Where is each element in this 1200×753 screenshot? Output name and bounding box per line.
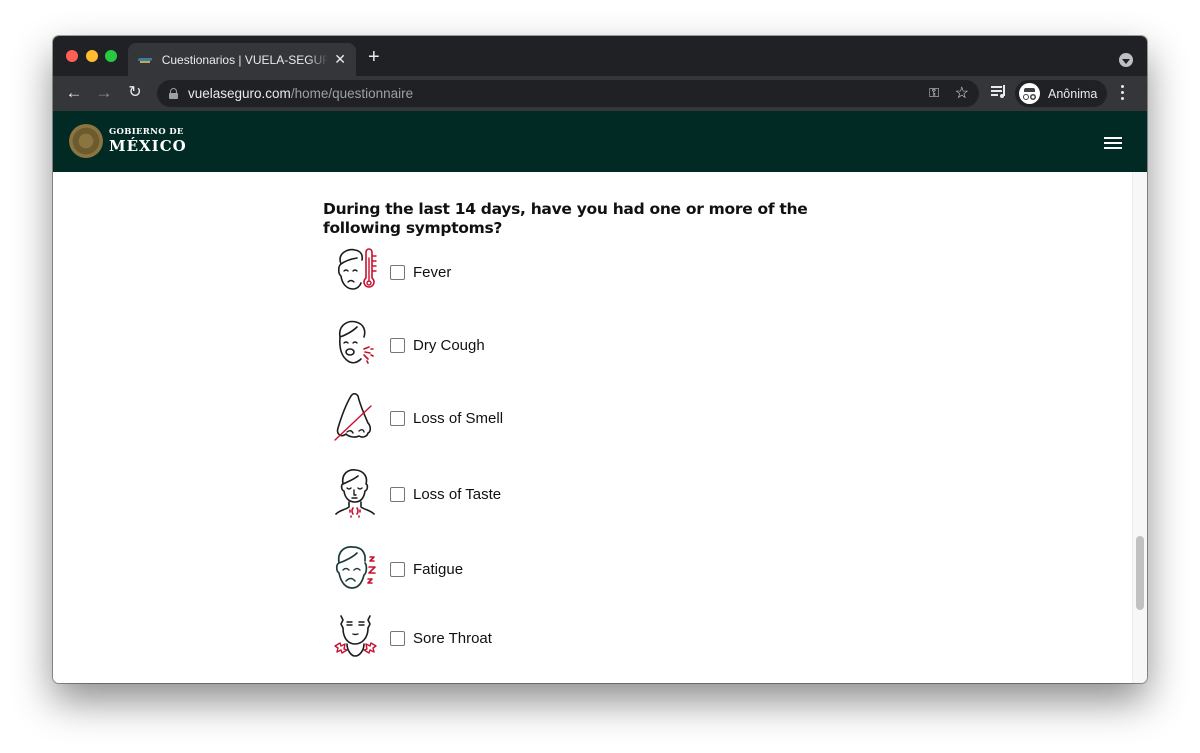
browser-toolbar: ← → ↻ vuelaseguro.com/home/questionnaire…: [53, 76, 1147, 111]
sore-throat-label[interactable]: Sore Throat: [413, 630, 492, 647]
loss-of-smell-label[interactable]: Loss of Smell: [413, 410, 503, 427]
page-scrollbar[interactable]: [1132, 172, 1147, 683]
symptom-option-loss-of-taste[interactable]: Loss of Taste: [333, 468, 501, 520]
scrollbar-thumb[interactable]: [1136, 536, 1144, 610]
fatigue-icon: [335, 546, 376, 589]
dry-cough-icon: [338, 320, 374, 364]
loss-of-taste-checkbox[interactable]: [390, 486, 405, 502]
national-emblem-icon: [69, 124, 103, 158]
lock-icon[interactable]: [169, 88, 178, 99]
loss-of-taste-icon: [335, 469, 375, 518]
incognito-icon: [1019, 83, 1040, 104]
close-tab-icon[interactable]: ✕: [334, 51, 346, 68]
close-window-button[interactable]: [66, 50, 78, 62]
hamburger-menu-icon[interactable]: [1104, 137, 1122, 149]
fever-checkbox[interactable]: [390, 264, 405, 280]
symptom-option-loss-of-smell[interactable]: Loss of Smell: [333, 392, 503, 444]
question-text: During the last 14 days, have you had on…: [323, 200, 808, 237]
new-tab-button[interactable]: +: [368, 47, 380, 67]
incognito-profile-button[interactable]: Anônima: [1015, 80, 1107, 107]
url-host: vuelaseguro.com: [188, 86, 291, 101]
site-favicon-icon: [138, 55, 152, 65]
tab-title: Cuestionarios | VUELA-SEGURO: [161, 52, 329, 67]
fatigue-label[interactable]: Fatigue: [413, 561, 463, 578]
loss-of-smell-checkbox[interactable]: [390, 410, 405, 426]
browser-window: Cuestionarios | VUELA-SEGURO ✕ + ← → ↻ v…: [53, 36, 1147, 683]
profile-label: Anônima: [1048, 86, 1098, 101]
loss-of-taste-label[interactable]: Loss of Taste: [413, 486, 501, 503]
tab-strip: Cuestionarios | VUELA-SEGURO ✕ +: [53, 36, 1147, 76]
browser-menu-icon[interactable]: [1121, 85, 1125, 101]
minimize-window-button[interactable]: [86, 50, 98, 62]
dry-cough-label[interactable]: Dry Cough: [413, 337, 485, 354]
forward-button[interactable]: →: [93, 82, 115, 104]
symptom-option-fatigue[interactable]: Fatigue: [333, 543, 463, 595]
fever-label[interactable]: Fever: [413, 264, 451, 281]
dry-cough-checkbox[interactable]: [390, 337, 405, 353]
sore-throat-checkbox[interactable]: [390, 630, 405, 646]
url-path: /home/questionnaire: [290, 86, 414, 101]
tab-search-button[interactable]: [1119, 53, 1133, 67]
loss-of-smell-icon: [334, 392, 372, 441]
symptom-option-fever[interactable]: Fever: [333, 246, 451, 298]
bookmark-star-icon[interactable]: ☆: [955, 83, 969, 103]
back-button[interactable]: ←: [63, 82, 85, 104]
media-controls-icon[interactable]: [991, 85, 1007, 99]
zoom-window-button[interactable]: [105, 50, 117, 62]
gobierno-logo[interactable]: GOBIERNO DE MÉXICO: [69, 124, 187, 158]
address-bar[interactable]: vuelaseguro.com/home/questionnaire ⚿ ☆: [157, 80, 979, 107]
logo-line-2: MÉXICO: [109, 137, 187, 156]
sore-throat-icon: [334, 615, 377, 657]
reload-button[interactable]: ↻: [124, 82, 146, 104]
symptom-option-sore-throat[interactable]: Sore Throat: [333, 612, 492, 664]
site-header: GOBIERNO DE MÉXICO: [53, 111, 1147, 172]
symptom-option-dry-cough[interactable]: Dry Cough: [333, 319, 485, 371]
logo-line-1: GOBIERNO DE: [109, 126, 184, 137]
page-content: During the last 14 days, have you had on…: [53, 172, 1132, 683]
fatigue-checkbox[interactable]: [390, 561, 405, 577]
password-key-icon[interactable]: ⚿: [929, 85, 939, 101]
fever-icon: [337, 248, 377, 290]
browser-tab[interactable]: Cuestionarios | VUELA-SEGURO ✕: [128, 43, 356, 76]
